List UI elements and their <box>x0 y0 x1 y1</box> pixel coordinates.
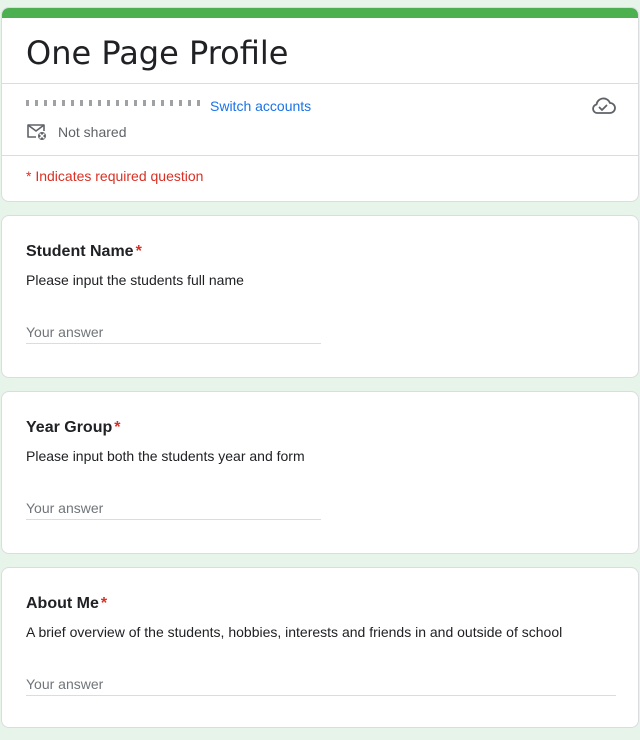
form-title: One Page Profile <box>26 34 289 72</box>
required-note: * Indicates required question <box>26 168 204 184</box>
question-description: A brief overview of the students, hobbie… <box>26 624 563 640</box>
question-title-text: About Me <box>26 595 99 612</box>
sharing-status-row: Not shared <box>26 122 126 142</box>
question-description: Please input both the students year and … <box>26 448 305 464</box>
year-group-input[interactable] <box>26 496 321 520</box>
switch-accounts-link[interactable]: Switch accounts <box>210 98 311 114</box>
question-card-about-me: About Me * A brief overview of the studen… <box>1 567 639 728</box>
question-title-text: Student Name <box>26 243 134 260</box>
question-card-year-group: Year Group * Please input both the studen… <box>1 391 639 554</box>
question-title: Student Name * <box>26 243 142 261</box>
accent-bar <box>2 8 638 18</box>
question-card-student-name: Student Name * Please input the students … <box>1 215 639 378</box>
required-asterisk: * <box>135 243 142 260</box>
account-row: Switch accounts <box>26 96 311 116</box>
about-me-input[interactable] <box>26 672 616 696</box>
redacted-email <box>26 100 206 106</box>
required-asterisk: * <box>114 419 121 436</box>
question-title-text: Year Group <box>26 419 113 436</box>
cloud-check-icon[interactable] <box>590 95 616 117</box>
divider <box>2 155 638 156</box>
divider <box>2 83 638 84</box>
question-title: Year Group * <box>26 419 120 437</box>
required-asterisk: * <box>100 595 108 612</box>
question-title: About Me * <box>26 595 107 613</box>
question-description: Please input the students full name <box>26 272 244 288</box>
form-header-card: One Page Profile Switch accounts Not sha… <box>1 7 639 202</box>
student-name-input[interactable] <box>26 320 321 344</box>
mail-not-shared-icon <box>27 124 46 140</box>
sharing-status-text: Not shared <box>58 124 127 140</box>
